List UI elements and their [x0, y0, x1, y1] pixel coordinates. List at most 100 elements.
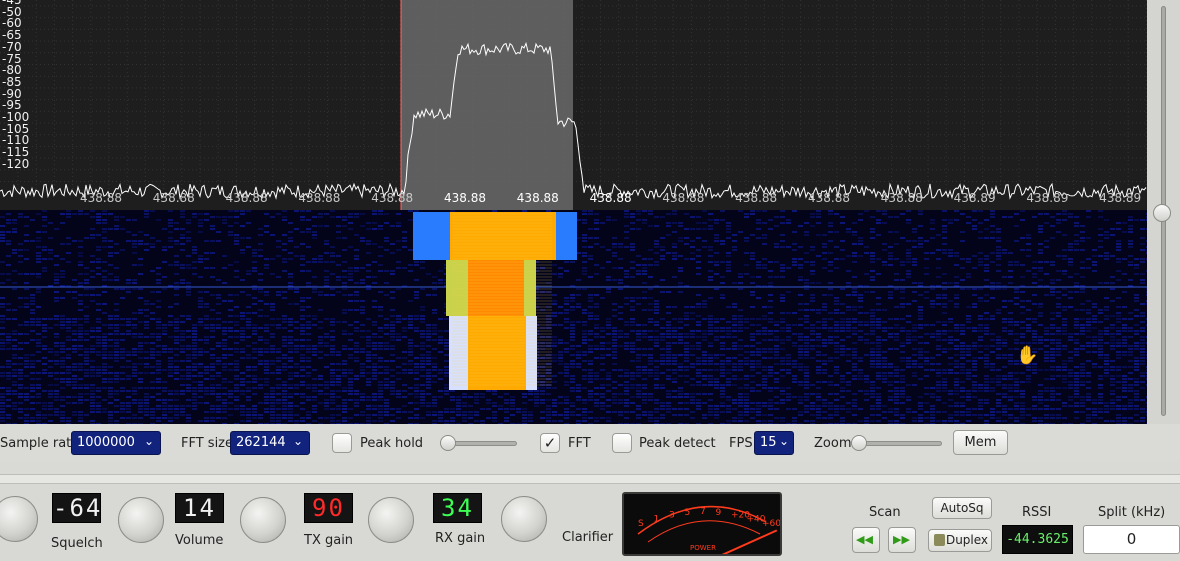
waterfall-noise: [978, 387, 983, 389]
waterfall-noise: [924, 324, 929, 326]
waterfall-noise: [630, 324, 635, 326]
waterfall-noise: [1062, 387, 1067, 389]
waterfall-noise: [12, 219, 17, 221]
waterfall-noise: [630, 306, 635, 308]
waterfall-noise: [1110, 228, 1115, 230]
waterfall-noise: [1140, 327, 1145, 329]
waterfall-noise: [858, 360, 863, 362]
waterfall-noise: [834, 321, 839, 323]
waterfall-noise: [270, 309, 275, 311]
waterfall-noise: [312, 276, 317, 278]
waterfall-noise: [612, 219, 617, 221]
waterfall-noise: [192, 213, 197, 215]
waterfall-noise: [972, 306, 977, 308]
spectrum-display[interactable]: -45 -50 -60 -65 -70 -75 -80 -85 -90 -95 -100 -105 -1…: [0, 0, 1147, 210]
waterfall-noise: [198, 372, 203, 374]
waterfall-noise: [996, 348, 1001, 350]
frequency-tick-label: 438.88: [152, 191, 195, 205]
waterfall-noise: [1134, 294, 1139, 296]
waterfall-noise: [180, 390, 185, 392]
waterfall-noise: [132, 252, 137, 254]
waterfall-noise: [282, 390, 287, 392]
waterfall-noise: [846, 330, 851, 332]
waterfall-noise: [372, 213, 377, 215]
waterfall-noise: [1056, 351, 1061, 353]
waterfall-noise: [834, 258, 839, 260]
waterfall-noise: [576, 306, 581, 308]
waterfall-noise: [660, 387, 665, 389]
waterfall-noise: [138, 309, 143, 311]
waterfall-noise: [648, 318, 653, 320]
waterfall-noise: [114, 348, 119, 350]
waterfall-noise: [294, 345, 299, 347]
waterfall-noise: [246, 294, 251, 296]
waterfall-noise: [270, 390, 275, 392]
waterfall-noise: [408, 339, 413, 341]
waterfall-noise: [564, 342, 569, 344]
waterfall-noise: [774, 246, 779, 248]
waterfall-noise: [372, 393, 377, 395]
waterfall-noise: [594, 306, 599, 308]
waterfall-noise: [132, 324, 137, 326]
waterfall-noise: [96, 351, 101, 353]
waterfall-noise: [330, 396, 335, 398]
waterfall-noise: [690, 336, 695, 338]
waterfall-noise: [636, 393, 641, 395]
waterfall-noise: [828, 381, 833, 383]
waterfall-noise: [240, 252, 245, 254]
waterfall-noise: [996, 270, 1001, 272]
waterfall-noise: [684, 336, 689, 338]
waterfall-noise: [660, 384, 665, 386]
waterfall-noise: [6, 213, 11, 215]
waterfall-noise: [876, 327, 881, 329]
waterfall-noise: [144, 303, 149, 305]
waterfall-noise: [642, 393, 647, 395]
waterfall-noise: [108, 333, 113, 335]
waterfall-noise: [624, 324, 629, 326]
waterfall-noise: [564, 396, 569, 398]
waterfall-noise: [330, 261, 335, 263]
waterfall-noise: [564, 312, 569, 314]
waterfall-noise: [888, 381, 893, 383]
waterfall-noise: [576, 303, 581, 305]
waterfall-noise: [150, 351, 155, 353]
waterfall-noise: [804, 279, 809, 281]
waterfall-noise: [1116, 342, 1121, 344]
waterfall-noise: [804, 381, 809, 383]
waterfall-noise: [606, 333, 611, 335]
waterfall-noise: [132, 333, 137, 335]
waterfall-noise: [786, 357, 791, 359]
waterfall-noise: [408, 348, 413, 350]
waterfall-noise: [642, 336, 647, 338]
waterfall-noise: [276, 351, 281, 353]
waterfall-display[interactable]: ✋: [0, 210, 1147, 424]
waterfall-noise: [918, 318, 923, 320]
waterfall-noise: [36, 240, 41, 242]
waterfall-noise: [138, 399, 143, 401]
waterfall-noise: [390, 345, 395, 347]
waterfall-noise: [1140, 360, 1145, 362]
waterfall-noise: [216, 363, 221, 365]
waterfall-noise: [894, 258, 899, 260]
waterfall-noise: [114, 390, 119, 392]
waterfall-noise: [744, 363, 749, 365]
waterfall-noise: [234, 321, 239, 323]
waterfall-noise: [804, 282, 809, 284]
waterfall-noise: [720, 366, 725, 368]
waterfall-noise: [696, 324, 701, 326]
waterfall-noise: [1032, 216, 1037, 218]
waterfall-noise: [318, 390, 323, 392]
waterfall-noise: [906, 366, 911, 368]
waterfall-noise: [708, 249, 713, 251]
waterfall-noise: [342, 375, 347, 377]
waterfall-noise: [582, 354, 587, 356]
waterfall-noise: [780, 312, 785, 314]
waterfall-noise: [348, 300, 353, 302]
waterfall-noise: [852, 333, 857, 335]
waterfall-noise: [750, 366, 755, 368]
waterfall-noise: [762, 339, 767, 341]
waterfall-noise: [984, 366, 989, 368]
waterfall-noise: [348, 339, 353, 341]
waterfall-noise: [960, 267, 965, 269]
waterfall-noise: [270, 273, 275, 275]
